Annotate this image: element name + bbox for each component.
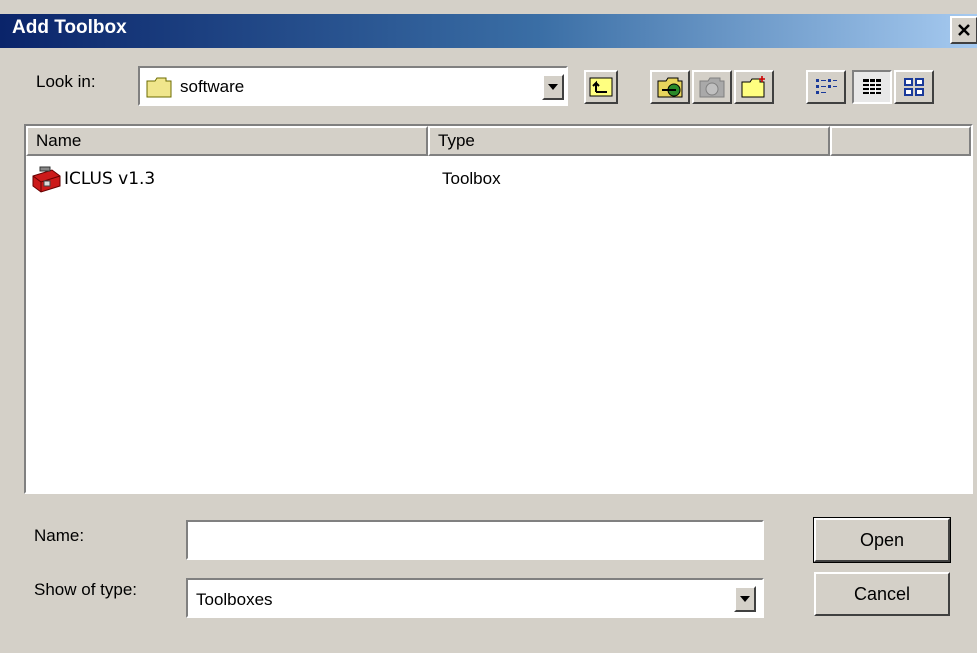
dropdown-arrow-icon — [740, 596, 750, 602]
column-header-name[interactable]: Name — [26, 126, 428, 156]
file-type: Toolbox — [442, 169, 501, 188]
look-in-value: software — [180, 77, 245, 96]
disconnect-folder-icon — [699, 77, 725, 98]
column-header-type[interactable]: Type — [428, 126, 830, 156]
new-folder-button[interactable] — [734, 70, 774, 104]
name-label: Name: — [34, 526, 85, 545]
column-header-extra[interactable] — [830, 126, 971, 156]
look-in-combo[interactable]: software — [138, 66, 568, 106]
show-of-type-combo[interactable]: Toolboxes — [186, 578, 764, 618]
title-bar — [0, 14, 977, 48]
name-input[interactable] — [186, 520, 764, 560]
disconnect-folder-button[interactable] — [692, 70, 732, 104]
connect-folder-button[interactable] — [650, 70, 690, 104]
close-button[interactable] — [950, 16, 977, 44]
thumbnails-view-icon — [904, 78, 924, 96]
close-icon — [958, 24, 970, 36]
show-of-type-dropdown[interactable] — [734, 586, 756, 612]
details-view-button[interactable] — [852, 70, 892, 104]
connect-folder-icon — [657, 77, 683, 98]
list-view-icon — [816, 79, 837, 94]
list-view-button[interactable] — [806, 70, 846, 104]
cancel-button[interactable]: Cancel — [814, 572, 950, 616]
file-row[interactable]: ICLUS v1.3 Toolbox — [30, 166, 630, 194]
toolbox-icon — [32, 166, 61, 193]
up-folder-icon — [589, 77, 613, 97]
look-in-dropdown[interactable] — [542, 74, 564, 100]
up-folder-button[interactable] — [584, 70, 618, 104]
look-in-label: Look in: — [36, 72, 96, 91]
dropdown-arrow-icon — [548, 84, 558, 90]
file-name: ICLUS v1.3 — [64, 169, 156, 189]
open-button[interactable]: Open — [813, 517, 951, 563]
folder-icon — [146, 77, 172, 98]
show-of-type-value: Toolboxes — [196, 590, 273, 609]
new-folder-icon — [741, 76, 765, 98]
show-of-type-label: Show of type: — [34, 580, 138, 599]
thumbnails-view-button[interactable] — [894, 70, 934, 104]
window-title: Add Toolbox — [12, 17, 127, 38]
details-view-icon — [863, 79, 881, 94]
